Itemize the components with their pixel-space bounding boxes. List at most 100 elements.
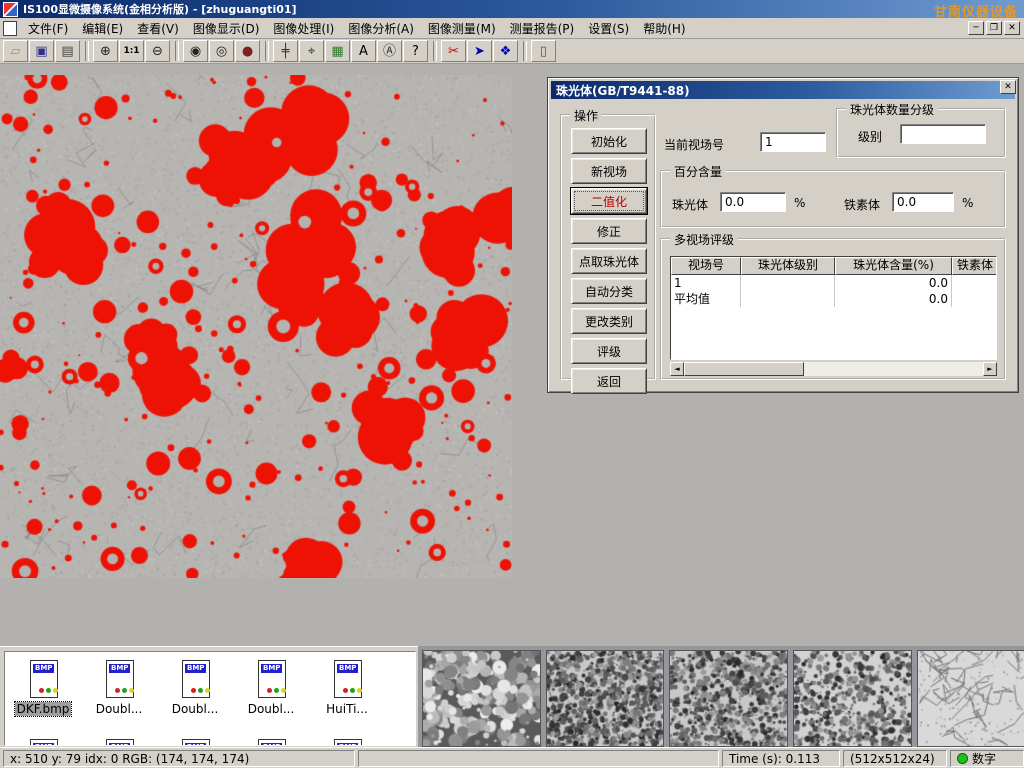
scroll-left-button[interactable]: ◄ <box>670 362 684 376</box>
menu-item[interactable]: 图像显示(D) <box>186 18 267 39</box>
op-button-3[interactable]: 二值化 <box>571 188 647 214</box>
video-icon[interactable]: ◉ <box>183 40 208 62</box>
dialog-title: 珠光体(GB/T9441-88) <box>556 82 690 99</box>
mdi-minimize-button[interactable]: ─ <box>968 21 984 35</box>
menu-item[interactable]: 帮助(H) <box>636 18 692 39</box>
mdi-restore-button[interactable]: ❐ <box>986 21 1002 35</box>
file-item[interactable]: BMPDoubl... <box>233 652 309 731</box>
mdi-close-button[interactable]: ✕ <box>1004 21 1020 35</box>
menu-item[interactable]: 图像处理(I) <box>266 18 341 39</box>
bmp-art-dots <box>267 688 286 693</box>
pearlite-input[interactable]: 0.0 <box>720 192 786 212</box>
open-folder-icon[interactable]: ▱ <box>3 40 28 62</box>
status-bar: x: 510 y: 79 idx: 0 RGB: (174, 174, 174)… <box>0 747 1024 768</box>
file-name[interactable]: DKF.bmp <box>15 702 72 716</box>
multi-view-table[interactable]: 视场号珠光体级别珠光体含量(%)铁素体 10.0平均值0.0 <box>670 256 997 360</box>
file-item[interactable]: BMPHuiTi... <box>309 652 385 731</box>
op-button-8[interactable]: 评级 <box>571 338 647 364</box>
file-item[interactable]: BMPDoubl... <box>81 652 157 731</box>
scroll-track[interactable] <box>804 362 983 376</box>
op-button-5[interactable]: 点取珠光体 <box>571 248 647 274</box>
bmp-art-dot <box>274 688 279 693</box>
camera-icon: ◎ <box>216 45 227 58</box>
operations-group: 操作 初始化新视场二值化修正点取珠光体自动分类更改类别评级返回 <box>560 114 656 380</box>
table-row[interactable]: 平均值0.0 <box>671 291 996 307</box>
menu-item[interactable]: 设置(S) <box>581 18 636 39</box>
file-name[interactable]: HuiTi... <box>324 702 370 716</box>
op-button-9[interactable]: 返回 <box>571 368 647 394</box>
status-spacer <box>358 750 719 767</box>
text-style-icon[interactable]: Ⓐ <box>377 40 402 62</box>
actual-size-icon[interactable]: 1:1 <box>119 40 144 62</box>
menu-item[interactable]: 文件(F) <box>21 18 75 39</box>
table-cell <box>952 275 997 291</box>
op-button-7[interactable]: 更改类别 <box>571 308 647 334</box>
table-header-cell[interactable]: 铁素体 <box>952 257 997 275</box>
file-name[interactable]: Doubl... <box>246 702 297 716</box>
file-item[interactable]: BMPDoubl... <box>157 652 233 731</box>
menu-item[interactable]: 编辑(E) <box>75 18 130 39</box>
menu-item[interactable]: 图像测量(M) <box>421 18 503 39</box>
file-item[interactable]: BMP <box>5 731 81 746</box>
current-view-input[interactable]: 1 <box>760 132 826 152</box>
snapshot-icon[interactable]: ● <box>235 40 260 62</box>
caliper-icon[interactable]: ╪ <box>273 40 298 62</box>
thumbnail-4[interactable] <box>793 650 912 747</box>
grade-input[interactable] <box>900 124 986 144</box>
phase-count-icon[interactable]: ❖ <box>493 40 518 62</box>
zoom-in-icon[interactable]: ⊕ <box>93 40 118 62</box>
scroll-thumb[interactable] <box>684 362 804 376</box>
print-icon[interactable]: ▤ <box>55 40 80 62</box>
grid-annotate-icon[interactable]: ▦ <box>325 40 350 62</box>
table-header-cell[interactable]: 珠光体级别 <box>741 257 835 275</box>
file-item[interactable]: BMP <box>157 731 233 746</box>
file-item[interactable]: BMPDKF.bmp <box>5 652 81 731</box>
save-icon[interactable]: ▣ <box>29 40 54 62</box>
ferrite-input[interactable]: 0.0 <box>892 192 954 212</box>
grade-label: 级别 <box>858 128 882 145</box>
op-button-6[interactable]: 自动分类 <box>571 278 647 304</box>
table-horizontal-scrollbar[interactable]: ◄ ► <box>670 362 997 376</box>
toolbar-separator <box>265 41 269 61</box>
op-button-4[interactable]: 修正 <box>571 218 647 244</box>
table-row[interactable]: 10.0 <box>671 275 996 291</box>
dialog-title-bar[interactable]: 珠光体(GB/T9441-88) <box>551 81 1015 99</box>
thumbnail-5[interactable] <box>917 650 1024 747</box>
bmp-art-dots <box>343 688 362 693</box>
camera-icon[interactable]: ◎ <box>209 40 234 62</box>
toolbar-separator <box>433 41 437 61</box>
file-item[interactable]: BMP <box>309 731 385 746</box>
bmp-label: BMP <box>185 743 206 746</box>
bmp-art-dot <box>122 688 127 693</box>
help-icon[interactable]: ? <box>403 40 428 62</box>
zoom-out-icon[interactable]: ⊖ <box>145 40 170 62</box>
target-icon[interactable]: ⌖ <box>299 40 324 62</box>
op-button-1[interactable]: 初始化 <box>571 128 647 154</box>
mdi-document-icon[interactable] <box>3 21 17 36</box>
file-item[interactable]: BMP <box>233 731 309 746</box>
file-item[interactable]: BMP <box>81 731 157 746</box>
pointer-icon[interactable]: ➤ <box>467 40 492 62</box>
dialog-close-button[interactable]: ✕ <box>1000 80 1016 94</box>
bmp-art-dot <box>46 688 51 693</box>
table-header-cell[interactable]: 视场号 <box>671 257 741 275</box>
ferrite-label: 铁素体 <box>844 196 880 213</box>
bmp-page-shape: BMP <box>30 739 58 746</box>
binarize-scissors-icon[interactable]: ✂ <box>441 40 466 62</box>
title-bar: IS100显微摄像系统(金相分析版) - [zhuguangti01] 甘南仪器… <box>0 0 1024 18</box>
file-name[interactable]: Doubl... <box>170 702 221 716</box>
menu-item[interactable]: 查看(V) <box>130 18 186 39</box>
menu-item[interactable]: 图像分析(A) <box>341 18 421 39</box>
menu-item[interactable]: 测量报告(P) <box>503 18 582 39</box>
file-name[interactable]: Doubl... <box>94 702 145 716</box>
thumbnail-2[interactable] <box>546 650 665 747</box>
metallograph-image[interactable] <box>0 75 512 578</box>
thumbnail-3[interactable] <box>669 650 788 747</box>
table-header-cell[interactable]: 珠光体含量(%) <box>835 257 952 275</box>
scroll-right-button[interactable]: ► <box>983 362 997 376</box>
ruler-icon[interactable]: ▯ <box>531 40 556 62</box>
op-button-2[interactable]: 新视场 <box>571 158 647 184</box>
thumbnail-1[interactable] <box>422 650 541 747</box>
file-list[interactable]: BMPDKF.bmpBMPDoubl...BMPDoubl...BMPDoubl… <box>4 651 416 746</box>
text-label-icon[interactable]: A <box>351 40 376 62</box>
